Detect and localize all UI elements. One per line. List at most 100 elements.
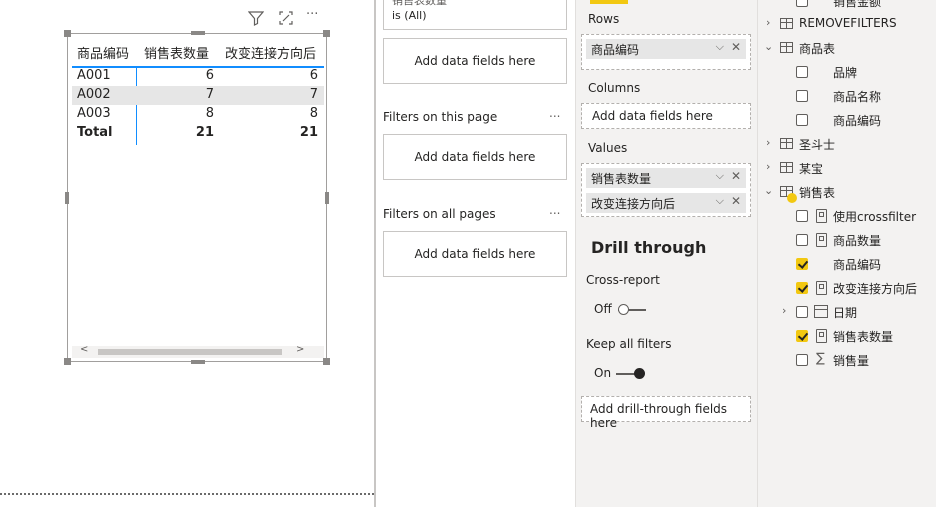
field-pill[interactable]: 商品编码 ⌵ ✕ xyxy=(586,39,746,59)
field-item[interactable]: 销售表数量 xyxy=(758,326,936,346)
field-item[interactable]: › 日期 xyxy=(758,302,936,322)
field-item[interactable]: 销售金额 xyxy=(758,0,936,11)
toggle-state: On xyxy=(594,366,612,380)
keep-filters-label: Keep all filters xyxy=(586,337,672,351)
field-item[interactable]: 改变连接方向后 xyxy=(758,278,936,298)
field-item[interactable]: ∑ 销售量 xyxy=(758,350,936,370)
close-icon[interactable]: ✕ xyxy=(731,169,741,183)
cross-report-label: Cross-report xyxy=(586,273,660,287)
field-label: 商品名称 xyxy=(833,90,882,104)
field-item[interactable]: 使用crossfilter xyxy=(758,206,936,226)
filter-icon[interactable] xyxy=(247,10,265,30)
table-sales[interactable]: ⌄ 销售表 xyxy=(758,182,936,203)
add-report-filter-drop[interactable]: Add data fields here xyxy=(383,231,567,277)
column-header[interactable]: 销售表数量 xyxy=(144,43,209,62)
scrollbar-thumb[interactable] xyxy=(98,349,282,355)
checkbox[interactable] xyxy=(796,234,808,246)
resize-handle-br[interactable] xyxy=(323,358,330,365)
checkbox[interactable] xyxy=(796,306,808,318)
field-item[interactable]: 品牌 xyxy=(758,62,936,82)
resize-handle-tl[interactable] xyxy=(64,30,71,37)
more-options-icon[interactable]: ... xyxy=(549,203,560,217)
field-item[interactable]: 商品编码 xyxy=(758,110,936,130)
more-options-icon[interactable]: ... xyxy=(549,106,560,120)
resize-handle-top[interactable] xyxy=(191,31,205,35)
table-product[interactable]: ⌄ 商品表 xyxy=(758,38,936,58)
close-icon[interactable]: ✕ xyxy=(731,194,741,208)
checkbox[interactable] xyxy=(796,354,808,366)
checkbox-checked[interactable] xyxy=(796,282,808,294)
horizontal-scrollbar[interactable]: < > xyxy=(72,344,324,358)
table-doudou[interactable]: › 圣斗士 xyxy=(758,134,936,154)
active-tab-indicator xyxy=(590,0,628,4)
more-options-icon[interactable]: ··· xyxy=(306,7,318,22)
close-icon[interactable]: ✕ xyxy=(731,40,741,54)
table-row[interactable]: A002 7 7 xyxy=(72,86,324,105)
field-item[interactable]: 商品数量 xyxy=(758,230,936,250)
resize-handle-left[interactable] xyxy=(65,192,69,204)
checked-badge-icon xyxy=(787,193,797,203)
table-removefilters[interactable]: › REMOVEFILTERS xyxy=(758,14,936,34)
keep-filters-toggle[interactable]: On xyxy=(594,365,654,381)
value-cell: 6 xyxy=(309,68,318,83)
measure-icon xyxy=(816,281,827,295)
checkbox-checked[interactable] xyxy=(796,330,808,342)
chevron-right-icon[interactable]: › xyxy=(766,16,770,29)
resize-handle-right[interactable] xyxy=(325,192,329,204)
value-cell: 7 xyxy=(205,87,214,102)
chevron-down-icon[interactable]: ⌵ xyxy=(716,169,724,183)
field-label: 商品编码 xyxy=(833,258,882,272)
chevron-down-icon[interactable]: ⌄ xyxy=(764,40,773,53)
table-label: REMOVEFILTERS xyxy=(799,16,897,30)
values-well-label: Values xyxy=(588,141,628,155)
checkbox[interactable] xyxy=(796,66,808,78)
add-visual-filter-drop[interactable]: Add data fields here xyxy=(383,38,567,84)
chevron-down-icon[interactable]: ⌵ xyxy=(716,194,724,208)
checkbox[interactable] xyxy=(796,210,808,222)
add-page-filter-drop[interactable]: Add data fields here xyxy=(383,134,567,180)
measure-icon xyxy=(816,209,827,223)
toggle-state: Off xyxy=(594,302,612,316)
drill-through-well[interactable]: Add drill-through fields here xyxy=(581,396,751,430)
filter-card[interactable]: 销售表数量 is (All) xyxy=(383,0,567,30)
chevron-right-icon[interactable]: › xyxy=(766,136,770,149)
field-item[interactable]: 商品名称 xyxy=(758,86,936,106)
resize-handle-tr[interactable] xyxy=(323,30,330,37)
scroll-left-icon[interactable]: < xyxy=(80,344,88,355)
filter-card-field: 销售表数量 xyxy=(392,0,447,7)
values-well[interactable]: 销售表数量 ⌵ ✕ 改变连接方向后 ⌵ ✕ xyxy=(581,163,751,217)
checkbox[interactable] xyxy=(796,114,808,126)
chevron-right-icon[interactable]: › xyxy=(766,160,770,173)
columns-well-label: Columns xyxy=(588,81,641,95)
rows-well[interactable]: 商品编码 ⌵ ✕ xyxy=(581,34,751,70)
table-row[interactable]: A001 6 6 xyxy=(72,67,324,86)
total-value: 21 xyxy=(299,125,318,140)
field-item[interactable]: 商品编码 xyxy=(758,254,936,274)
fields-pane: 销售金额 › REMOVEFILTERS ⌄ 商品表 品牌 商品名称 商品编码 … xyxy=(757,0,936,507)
resize-handle-bottom[interactable] xyxy=(191,360,205,364)
checkbox[interactable] xyxy=(796,90,808,102)
chevron-down-icon[interactable]: ⌄ xyxy=(764,184,773,197)
focus-mode-icon[interactable] xyxy=(278,10,294,30)
page-boundary xyxy=(0,493,374,495)
matrix-visual[interactable]: 商品编码 销售表数量 改变连接方向后 A001 6 6 A002 7 7 A00… xyxy=(64,30,330,365)
chevron-down-icon[interactable]: ⌵ xyxy=(716,40,724,54)
field-pill[interactable]: 改变连接方向后 ⌵ ✕ xyxy=(586,193,746,213)
cross-report-toggle[interactable]: Off xyxy=(594,301,654,317)
checkbox-checked[interactable] xyxy=(796,258,808,270)
total-label: Total xyxy=(77,125,113,140)
table-row[interactable]: A003 8 8 xyxy=(72,105,324,124)
filter-card-state: is (All) xyxy=(392,9,427,22)
scroll-right-icon[interactable]: > xyxy=(296,344,304,355)
field-pill[interactable]: 销售表数量 ⌵ ✕ xyxy=(586,168,746,188)
chevron-right-icon[interactable]: › xyxy=(782,304,786,317)
column-header[interactable]: 改变连接方向后 xyxy=(225,43,316,62)
column-header[interactable]: 商品编码 xyxy=(77,43,129,62)
columns-well[interactable]: Add data fields here xyxy=(581,103,751,129)
drill-add-hint: Add drill-through fields here xyxy=(590,402,728,430)
table-label: 圣斗士 xyxy=(799,138,836,152)
checkbox[interactable] xyxy=(796,0,808,7)
field-label: 销售表数量 xyxy=(833,330,894,344)
resize-handle-bl[interactable] xyxy=(64,358,71,365)
table-mou[interactable]: › 某宝 xyxy=(758,158,936,178)
